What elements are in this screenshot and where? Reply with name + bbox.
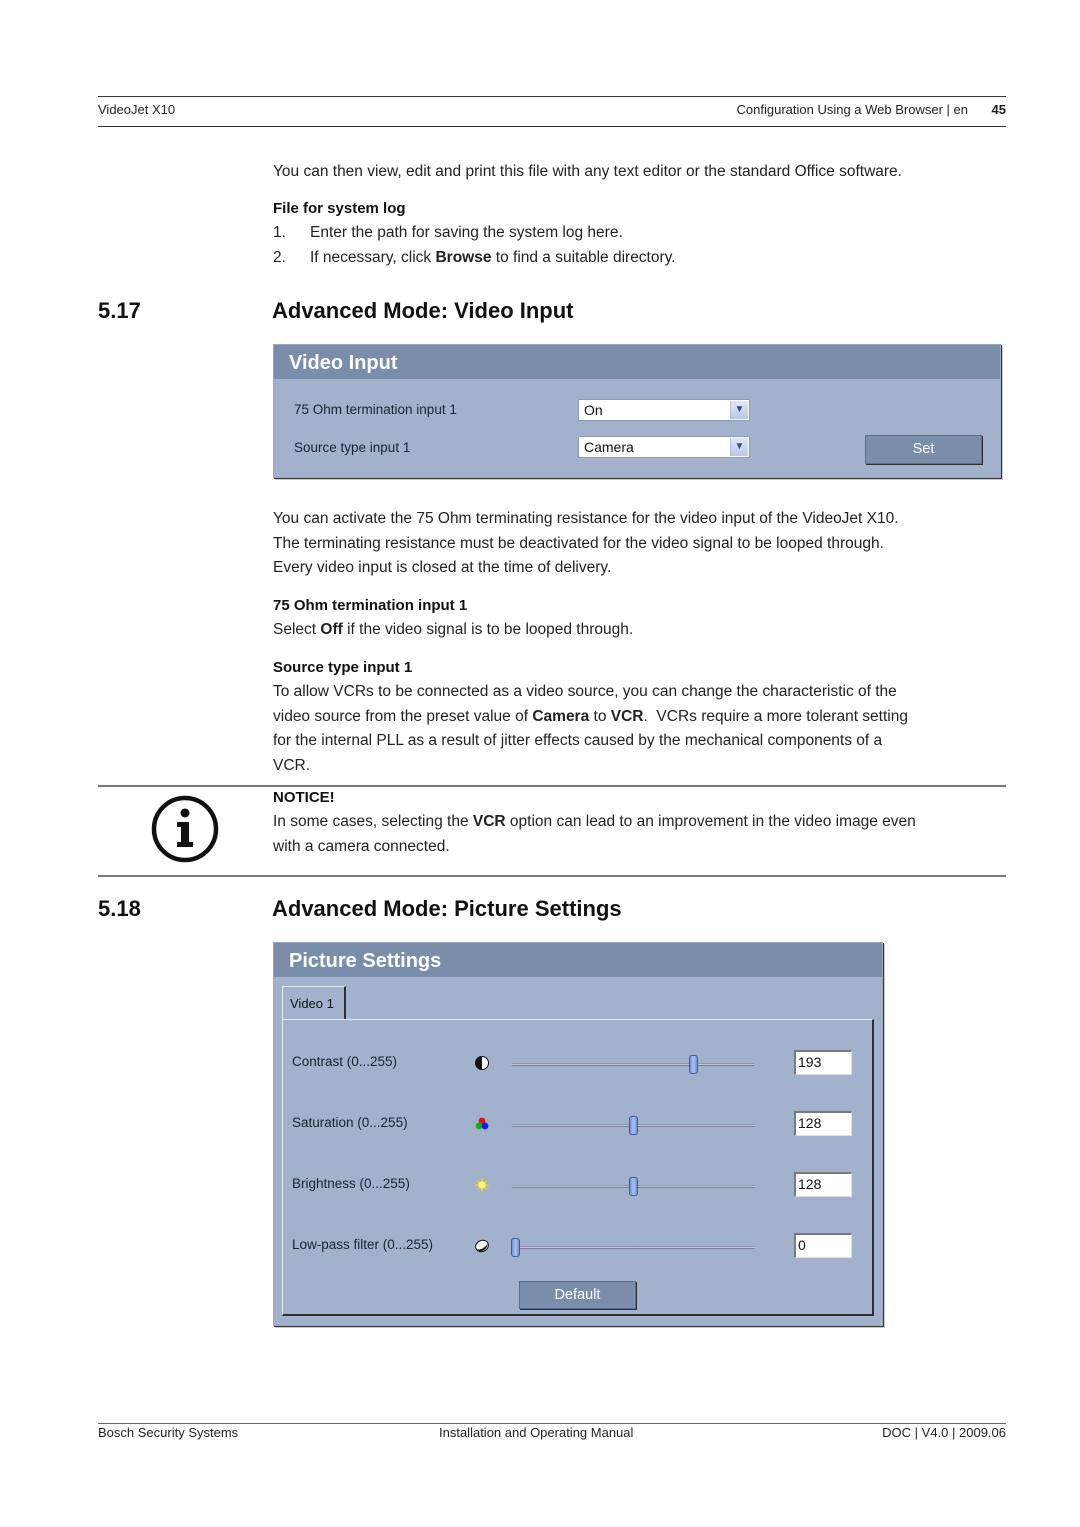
off-emphasis: Off — [320, 621, 343, 638]
text-span: video source from the preset value of — [273, 707, 533, 725]
slider-track[interactable] — [511, 1063, 755, 1066]
info-icon — [151, 795, 219, 863]
section-number: 5.18 — [98, 896, 141, 921]
source-type-text: To allow VCRs to be connected as a video… — [273, 680, 908, 778]
text-span: . VCRs require a more tolerant setting — [643, 707, 908, 725]
panel-title: Video Input — [274, 345, 1000, 379]
footer-doc: DOC | V4.0 | 2009.06 — [882, 1425, 1006, 1440]
text-line: In some cases, selecting the VCR option … — [273, 810, 916, 835]
notice-bottom-rule — [98, 875, 1006, 877]
chevron-down-icon[interactable]: ▼ — [730, 401, 748, 419]
text-span: Select — [273, 621, 321, 638]
camera-emphasis: Camera — [532, 707, 590, 725]
notice-text: In some cases, selecting the VCR option … — [273, 810, 916, 859]
header-product: VideoJet X10 — [98, 102, 176, 117]
file-log-heading: File for system log — [273, 200, 406, 217]
footer-rule — [98, 1423, 1006, 1424]
default-button[interactable]: Default — [519, 1281, 636, 1309]
header-bottom-rule — [98, 126, 1006, 127]
vcr-emphasis: VCR — [472, 813, 506, 830]
termination-heading: 75 Ohm termination input 1 — [273, 597, 468, 614]
termination-description: You can activate the 75 Ohm terminating … — [273, 507, 899, 581]
intro-paragraph: You can then view, edit and print this f… — [273, 163, 902, 180]
footer-manual: Installation and Operating Manual — [439, 1425, 634, 1440]
slider-thumb[interactable] — [688, 1055, 698, 1074]
slider-label: Brightness (0...255) — [292, 1176, 410, 1191]
slider-label: Saturation (0...255) — [292, 1115, 408, 1130]
text-line: To allow VCRs to be connected as a video… — [273, 683, 897, 700]
list-item: 1. Enter the path for saving the system l… — [273, 224, 623, 242]
footer-company: Bosch Security Systems — [98, 1425, 239, 1440]
slider-thumb[interactable] — [511, 1238, 520, 1257]
set-button[interactable]: Set — [865, 435, 982, 464]
list-number: 1. — [273, 224, 286, 241]
section-number: 5.17 — [98, 298, 141, 323]
vcr-emphasis: VCR — [610, 707, 644, 725]
list-number: 2. — [273, 249, 286, 266]
slider-value-input[interactable]: 128 — [794, 1111, 852, 1136]
brightness-icon — [474, 1177, 490, 1193]
select-value: On — [584, 402, 603, 418]
saturation-icon — [474, 1116, 490, 1132]
header-page-number: 45 — [991, 102, 1006, 117]
header-top-rule — [98, 96, 1006, 97]
list-text: If necessary, click — [310, 249, 436, 266]
text-line: video source from the preset value of Ca… — [273, 705, 908, 730]
list-text: to find a suitable directory. — [491, 249, 676, 266]
termination-text: Select Off if the video signal is to be … — [273, 618, 633, 643]
text-line: The terminating resistance must be deact… — [273, 534, 884, 552]
lowpass-filter-icon — [474, 1238, 490, 1254]
text-line: Every video input is closed at the time … — [273, 559, 612, 577]
slider-value-input[interactable]: 0 — [794, 1233, 852, 1258]
text-line: You can activate the 75 Ohm terminating … — [273, 510, 899, 527]
slider-label: Contrast (0...255) — [292, 1054, 398, 1069]
termination-select[interactable]: On ▼ — [578, 399, 750, 421]
list-text: Enter the path for saving the system log… — [310, 224, 623, 241]
browse-emphasis: Browse — [435, 249, 492, 266]
slider-value-input[interactable]: 128 — [794, 1172, 852, 1197]
text-line: VCR. — [273, 756, 311, 774]
section-title: Advanced Mode: Picture Settings — [272, 896, 622, 921]
tab-video-1[interactable]: Video 1 — [282, 986, 346, 1020]
source-type-heading: Source type input 1 — [273, 659, 413, 676]
chevron-down-icon[interactable]: ▼ — [730, 438, 748, 456]
text-line: with a camera connected. — [273, 837, 450, 855]
slider-label: Low-pass filter (0...255) — [292, 1237, 434, 1252]
source-type-label: Source type input 1 — [294, 440, 411, 455]
text-span: to — [589, 707, 611, 725]
slider-value-input[interactable]: 193 — [794, 1050, 852, 1075]
notice-heading: NOTICE! — [273, 789, 335, 806]
slider-thumb[interactable] — [628, 1116, 638, 1135]
notice-top-rule — [98, 785, 1006, 787]
text-span: if the video signal is to be looped thro… — [342, 621, 634, 638]
header-section: Configuration Using a Web Browser | en — [736, 102, 968, 117]
text-span: option can lead to an improvement in the… — [505, 813, 916, 830]
termination-label: 75 Ohm termination input 1 — [294, 402, 457, 417]
text-line: for the internal PLL as a result of jitt… — [273, 732, 883, 750]
panel-title: Picture Settings — [274, 943, 882, 977]
section-title: Advanced Mode: Video Input — [272, 298, 574, 323]
list-item: 2. If necessary, click Browse to find a s… — [273, 249, 676, 267]
slider-track[interactable] — [511, 1246, 755, 1249]
contrast-icon — [474, 1055, 490, 1071]
video-input-panel: Video Input 75 Ohm termination input 1 O… — [273, 344, 1001, 478]
slider-thumb[interactable] — [628, 1177, 638, 1196]
select-value: Camera — [584, 439, 634, 455]
text-span: In some cases, selecting the — [273, 813, 473, 830]
source-type-select[interactable]: Camera ▼ — [578, 436, 750, 458]
